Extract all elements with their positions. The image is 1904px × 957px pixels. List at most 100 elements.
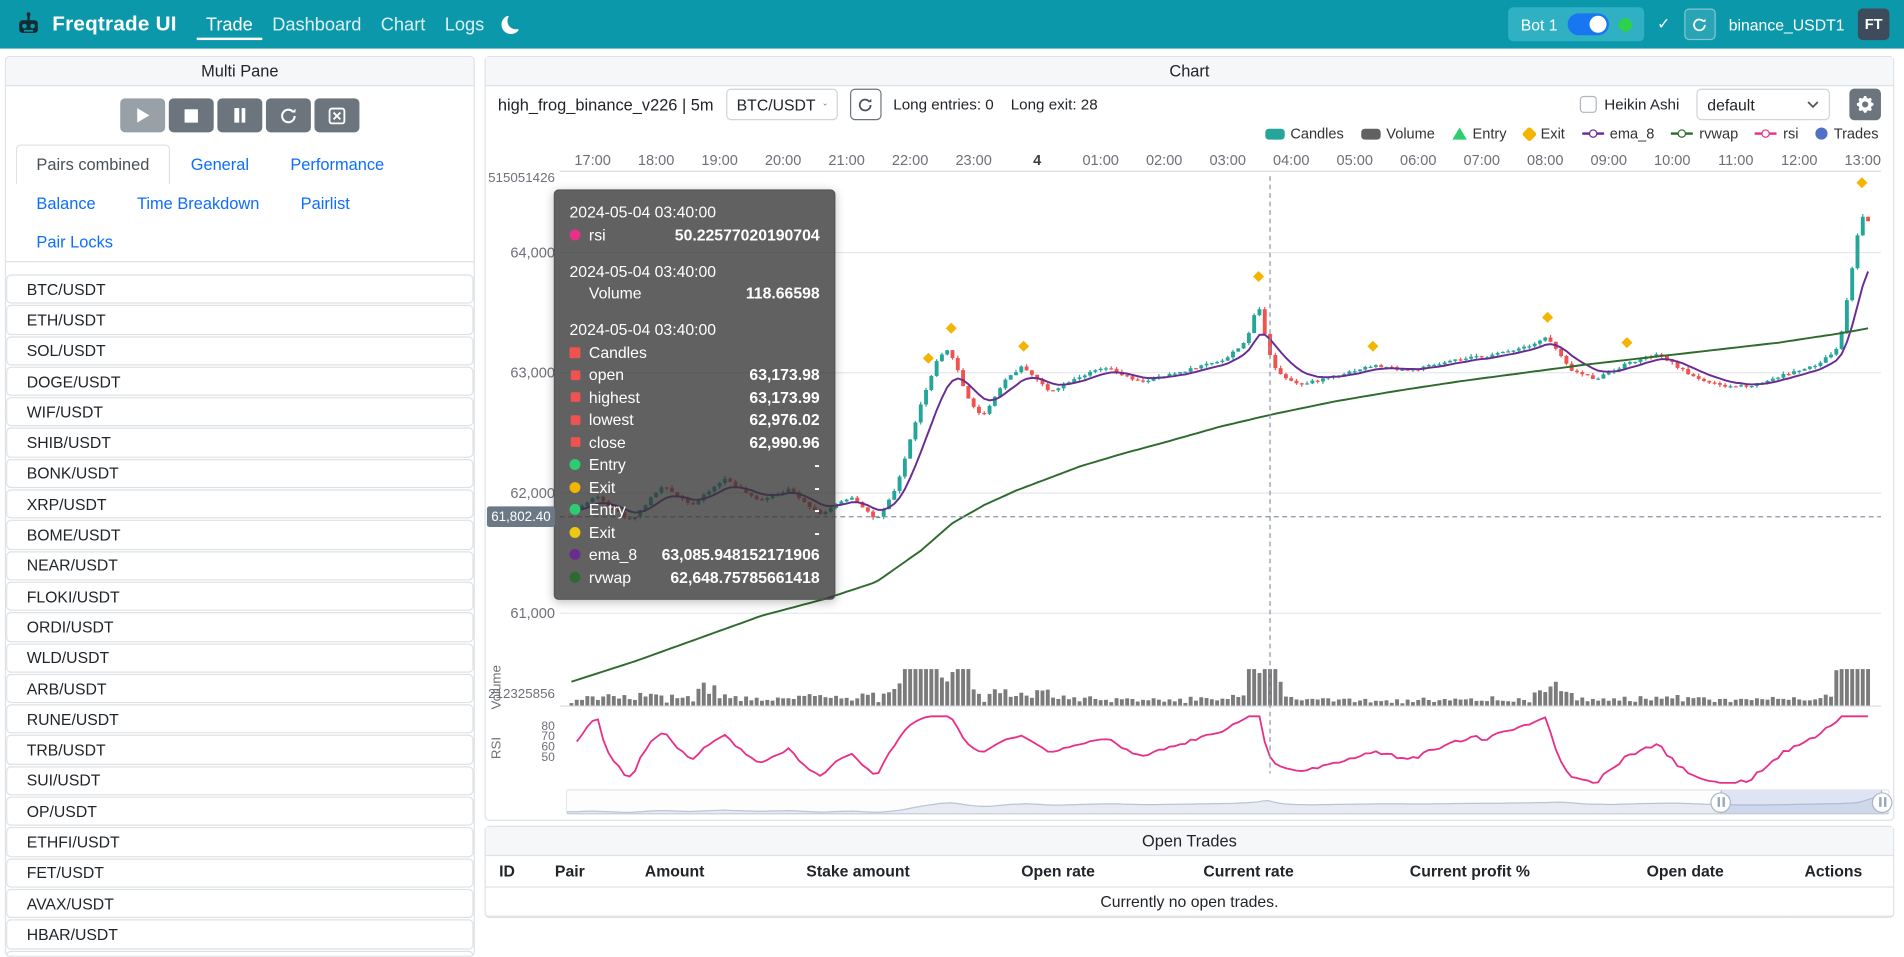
chart-refresh-button[interactable] <box>850 89 882 121</box>
svg-text:01:00: 01:00 <box>1082 153 1118 169</box>
series-marker <box>571 393 581 403</box>
tab-item[interactable]: Pairs combined <box>16 145 170 185</box>
nav-item[interactable]: Logs <box>435 9 494 39</box>
pair-list-item[interactable]: AVAX/USDT <box>6 889 474 919</box>
tooltip-row: 2024-05-04 03:40:00 <box>570 200 820 223</box>
datazoom-right-handle[interactable] <box>1872 792 1893 813</box>
bot-selector[interactable]: Bot 1 <box>1509 7 1644 41</box>
table-column-header: Open rate <box>1008 856 1190 887</box>
pair-list-item[interactable]: SHIB/USDT <box>6 428 474 458</box>
svg-text:63,000: 63,000 <box>510 366 555 382</box>
stop-button[interactable] <box>169 98 214 132</box>
pair-list-item[interactable]: RUNE/USDT <box>6 704 474 734</box>
pair-list-item[interactable]: NEAR/USDT <box>6 551 474 581</box>
plot-settings-button[interactable] <box>1849 89 1881 121</box>
legend-item[interactable]: Trades <box>1815 125 1878 142</box>
datazoom-selection[interactable] <box>1721 791 1883 814</box>
table-row: Currently no open trades. <box>486 887 1893 916</box>
nav-item[interactable]: Dashboard <box>263 9 372 39</box>
datazoom-left-handle[interactable] <box>1710 792 1731 813</box>
theme-toggle-moon-icon[interactable] <box>501 15 519 33</box>
pair-select[interactable]: BTC/USDT <box>726 89 838 121</box>
reload-config-button[interactable] <box>266 98 311 132</box>
pair-list-item[interactable]: ETHFI/USDT <box>6 827 474 857</box>
multi-pane-tabs: Pairs combinedGeneralPerformance BalanceT… <box>6 145 474 263</box>
refresh-button[interactable] <box>1684 9 1716 41</box>
svg-text:61,000: 61,000 <box>510 606 555 622</box>
pair-list-item[interactable]: HBAR/USDT <box>6 920 474 950</box>
candles-legend-marker-icon <box>1265 128 1284 139</box>
series-marker <box>570 527 581 538</box>
legend-item[interactable]: Volume <box>1361 125 1435 142</box>
pair-list-item[interactable]: BTC/USDT <box>6 274 474 304</box>
forceexit-button[interactable] <box>315 98 360 132</box>
tooltip-row: Entry - <box>570 454 820 476</box>
pair-list-item[interactable]: OP/USDT <box>6 797 474 827</box>
tooltip-row: 2024-05-04 03:40:00 <box>570 318 820 341</box>
pair-list-item[interactable]: ARB/USDT <box>6 674 474 704</box>
svg-text:09:00: 09:00 <box>1591 153 1627 169</box>
pair-list-item[interactable]: TRB/USDT <box>6 735 474 765</box>
pair-list-item[interactable]: WIF/USDT <box>6 397 474 427</box>
svg-text:08:00: 08:00 <box>1527 153 1563 169</box>
datazoom-slider[interactable] <box>566 789 1890 815</box>
pair-list-item[interactable]: RNDR/USDT <box>6 950 474 955</box>
svg-text:10:00: 10:00 <box>1654 153 1690 169</box>
plot-config-select[interactable]: default <box>1696 89 1830 121</box>
svg-text:62,000: 62,000 <box>510 486 555 502</box>
start-button[interactable] <box>120 98 165 132</box>
pair-list-item[interactable]: WLD/USDT <box>6 643 474 673</box>
nav-item[interactable]: Trade <box>196 9 262 39</box>
legend-item[interactable]: ema_8 <box>1582 125 1654 142</box>
legend-item[interactable]: rsi <box>1755 125 1798 142</box>
pair-list-item[interactable]: FLOKI/USDT <box>6 582 474 612</box>
tab-item[interactable]: Performance <box>270 145 405 185</box>
nav-item[interactable]: Chart <box>371 9 435 39</box>
svg-text:17:00: 17:00 <box>574 153 610 169</box>
tab-item[interactable]: Pairlist <box>280 183 370 223</box>
legend-item[interactable]: Entry <box>1452 125 1507 142</box>
chevron-down-icon <box>1807 101 1819 108</box>
tooltip-row: highest 63,173.99 <box>570 386 820 408</box>
heikin-ashi-checkbox[interactable] <box>1580 96 1597 113</box>
legend-item[interactable]: rvwap <box>1671 125 1738 142</box>
svg-text:RSI: RSI <box>488 737 503 759</box>
tab-item[interactable]: Time Breakdown <box>116 183 280 223</box>
tab-item[interactable]: General <box>170 145 270 185</box>
forceexit-icon <box>328 106 346 124</box>
pair-list-item[interactable]: BONK/USDT <box>6 459 474 489</box>
open-trades-panel: Open Trades IDPairAmountStake amountOpen… <box>485 826 1895 918</box>
pause-button[interactable] <box>217 98 262 132</box>
main-nav: TradeDashboardChartLogs <box>196 9 494 39</box>
tab-item[interactable]: Pair Locks <box>16 222 134 262</box>
pair-list-item[interactable]: XRP/USDT <box>6 489 474 519</box>
legend-item[interactable]: Candles <box>1265 125 1344 142</box>
trades-legend-marker-icon <box>1815 128 1827 140</box>
multi-pane-panel: Multi Pane Pairs combinedGeneralPerforma… <box>5 56 475 957</box>
series-marker <box>571 415 581 425</box>
series-marker <box>570 504 581 515</box>
tooltip-row: rsi 50.22577020190704 <box>570 223 820 245</box>
pair-list-item[interactable]: ORDI/USDT <box>6 612 474 642</box>
pair-list-item[interactable]: DOGE/USDT <box>6 367 474 397</box>
pair-list-item[interactable]: SOL/USDT <box>6 336 474 366</box>
series-marker <box>570 482 581 493</box>
check-icon: ✓ <box>1657 15 1670 34</box>
pair-list-item[interactable]: BOME/USDT <box>6 520 474 550</box>
candlestick-chart[interactable]: 64,00063,00062,00061,00017:0018:0019:002… <box>486 145 1893 818</box>
svg-text:12:00: 12:00 <box>1781 153 1817 169</box>
pair-list-item[interactable]: FET/USDT <box>6 858 474 888</box>
pair-list-item[interactable]: SUI/USDT <box>6 766 474 796</box>
axis-pointer-price-tag: 61,802.40 <box>487 506 555 527</box>
user-avatar[interactable]: FT <box>1858 9 1890 41</box>
svg-text:07:00: 07:00 <box>1464 153 1500 169</box>
bot-toggle[interactable] <box>1567 13 1608 35</box>
chart-panel: Chart high_frog_binance_v226 | 5m BTC/US… <box>485 56 1895 821</box>
legend-item[interactable]: Exit <box>1524 125 1565 142</box>
tooltip-row: Candles <box>570 341 820 363</box>
pause-icon <box>234 108 238 123</box>
pair-list-item[interactable]: ETH/USDT <box>6 305 474 335</box>
tab-item[interactable]: Balance <box>16 183 117 223</box>
app-title[interactable]: Freqtrade UI <box>52 12 177 36</box>
series-marker <box>571 370 581 380</box>
